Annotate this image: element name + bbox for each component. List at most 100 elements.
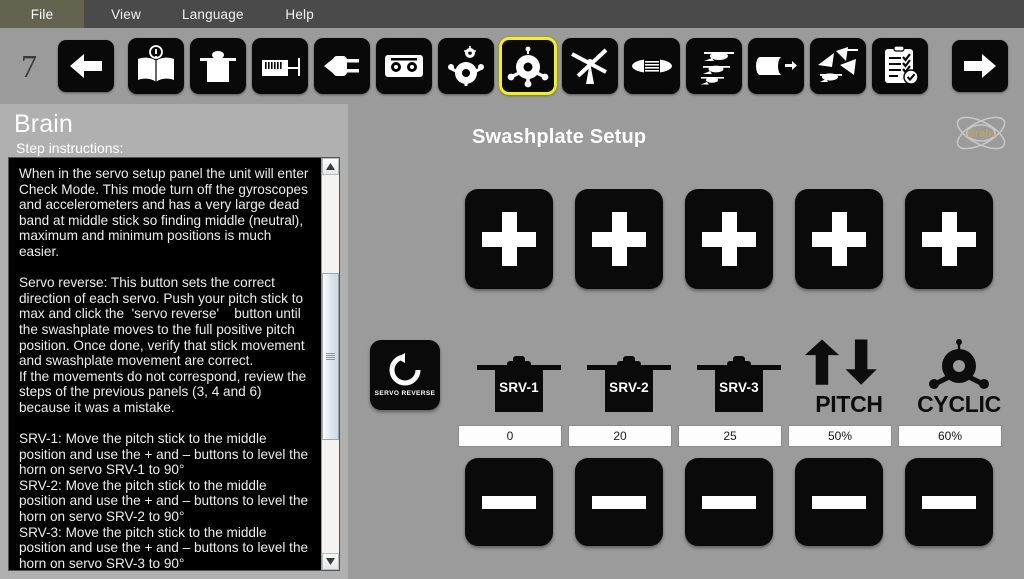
plus-icon bbox=[812, 212, 866, 266]
scroll-down-button[interactable] bbox=[322, 553, 339, 570]
menu-item-view[interactable]: View bbox=[84, 0, 168, 28]
swashplate-setup-icon bbox=[507, 46, 549, 88]
minus-icon bbox=[922, 495, 976, 509]
step-icon-transmitter[interactable] bbox=[376, 38, 432, 94]
minus-button-srv2[interactable] bbox=[575, 458, 663, 546]
plus-icon bbox=[482, 212, 536, 266]
page-title: Brain bbox=[14, 110, 73, 138]
scrollbar-thumb[interactable] bbox=[322, 273, 339, 440]
swashplate-type-icon bbox=[448, 46, 484, 86]
step-icon-flight-test[interactable] bbox=[810, 38, 866, 94]
step-toolbar: 7 bbox=[0, 28, 1024, 105]
step-icon-receiver[interactable] bbox=[252, 38, 308, 94]
plus-button-pitch[interactable] bbox=[795, 189, 883, 289]
menu-item-help[interactable]: Help bbox=[258, 0, 342, 28]
channel-label: SRV-1 bbox=[499, 380, 539, 395]
minus-button-srv1[interactable] bbox=[465, 458, 553, 546]
minus-icon bbox=[592, 495, 646, 509]
panel-header: Swashplate Setup Brain bbox=[348, 104, 1024, 160]
channel-label: SRV-2 bbox=[609, 380, 649, 395]
gyro-drum-icon bbox=[756, 57, 797, 75]
value-field-cyclic[interactable]: 60% bbox=[898, 425, 1002, 447]
value-field-srv3[interactable]: 25 bbox=[678, 425, 782, 447]
panel-title: Swashplate Setup bbox=[472, 126, 647, 148]
rotate-ccw-icon bbox=[389, 353, 421, 386]
helicopter-body-icon bbox=[632, 59, 672, 73]
arrow-left-icon bbox=[70, 54, 102, 78]
step-icon-checklist-done[interactable] bbox=[872, 38, 928, 94]
step-instructions-label: Step instructions: bbox=[16, 140, 124, 156]
plus-button-srv3[interactable] bbox=[685, 189, 773, 289]
channel-label: CYCLIC bbox=[917, 391, 1001, 417]
menu-bar: File View Language Help bbox=[0, 0, 1024, 29]
step-icon-helicopter-sizes[interactable] bbox=[686, 38, 742, 94]
tail-rotor-icon bbox=[571, 48, 608, 84]
manual-book-icon bbox=[138, 45, 174, 82]
step-icon-swashplate-setup[interactable] bbox=[499, 37, 557, 95]
minus-icon bbox=[812, 495, 866, 509]
servo-reverse-button[interactable]: SERVO REVERSE bbox=[370, 340, 440, 410]
plus-icon bbox=[702, 212, 756, 266]
step-icon-manual-book[interactable] bbox=[128, 38, 184, 94]
scroll-down-icon bbox=[326, 558, 335, 565]
step-icon-swashplate-type[interactable] bbox=[438, 38, 494, 94]
step-icon-servo[interactable] bbox=[190, 38, 246, 94]
plus-button-row bbox=[454, 189, 1004, 289]
step-icon-connector-plug[interactable] bbox=[314, 38, 370, 94]
swashplate-icon bbox=[929, 339, 989, 389]
minus-button-srv3[interactable] bbox=[685, 458, 773, 546]
checklist-done-icon bbox=[885, 45, 919, 85]
servo-reverse-label: SERVO REVERSE bbox=[374, 390, 436, 397]
transmitter-icon bbox=[385, 55, 423, 77]
value-field-srv1[interactable]: 0 bbox=[458, 425, 562, 447]
plus-button-srv1[interactable] bbox=[465, 189, 553, 289]
minus-button-row bbox=[454, 458, 1004, 546]
minus-button-cyclic[interactable] bbox=[905, 458, 993, 546]
menu-item-language[interactable]: Language bbox=[168, 0, 258, 28]
servo-icon: SRV-2 bbox=[583, 352, 675, 414]
channel-srv3: SRV-3 bbox=[684, 328, 794, 414]
receiver-icon bbox=[262, 58, 300, 76]
instructions-box: When in the servo setup panel the unit w… bbox=[8, 157, 340, 571]
connector-plug-icon bbox=[324, 56, 359, 76]
step-icon-helicopter-body[interactable] bbox=[624, 38, 680, 94]
step-icon-gyro-drum[interactable] bbox=[748, 38, 804, 94]
instructions-scrollbar[interactable] bbox=[321, 158, 339, 570]
channel-srv2: SRV-2 bbox=[574, 328, 684, 414]
channel-pitch: PITCH bbox=[794, 328, 904, 417]
channel-label: PITCH bbox=[815, 391, 883, 417]
plus-icon bbox=[922, 212, 976, 266]
back-button[interactable] bbox=[58, 40, 114, 92]
brain-logo-text: Brain bbox=[967, 128, 995, 140]
menu-item-file[interactable]: File bbox=[0, 0, 84, 28]
scroll-up-icon bbox=[326, 163, 335, 170]
minus-icon bbox=[482, 495, 536, 509]
minus-button-pitch[interactable] bbox=[795, 458, 883, 546]
channel-srv1: SRV-1 bbox=[464, 328, 574, 414]
servo-icon: SRV-1 bbox=[473, 352, 565, 414]
swashplate-setup-panel: Swashplate Setup Brain SERVO REVERSE SRV… bbox=[348, 104, 1024, 579]
plus-button-srv2[interactable] bbox=[575, 189, 663, 289]
scrollbar-grip-icon bbox=[326, 352, 335, 361]
scrollbar-track[interactable] bbox=[322, 175, 339, 553]
channel-cyclic: CYCLIC bbox=[904, 328, 1014, 417]
channel-label: SRV-3 bbox=[719, 380, 759, 395]
forward-button[interactable] bbox=[952, 40, 1008, 92]
value-row: 0 20 25 50% 60% bbox=[455, 425, 1005, 447]
value-field-pitch[interactable]: 50% bbox=[788, 425, 892, 447]
plus-icon bbox=[592, 212, 646, 266]
current-step-number: 7 bbox=[21, 47, 37, 84]
instructions-panel: Brain Step instructions: When in the ser… bbox=[0, 104, 349, 579]
step-icon-tail-rotor[interactable] bbox=[562, 38, 618, 94]
value-field-srv2[interactable]: 20 bbox=[568, 425, 672, 447]
application-window: File View Language Help 7 Brain Step ins… bbox=[0, 0, 1024, 579]
minus-icon bbox=[702, 495, 756, 509]
helicopter-sizes-icon bbox=[701, 52, 734, 85]
scroll-up-button[interactable] bbox=[322, 158, 339, 175]
plus-button-cyclic[interactable] bbox=[905, 189, 993, 289]
instructions-text: When in the servo setup panel the unit w… bbox=[19, 166, 309, 570]
brain-logo: Brain bbox=[956, 116, 1006, 150]
servo-icon: SRV-3 bbox=[693, 352, 785, 414]
servo-icon bbox=[200, 51, 236, 82]
arrow-right-icon bbox=[964, 54, 996, 78]
